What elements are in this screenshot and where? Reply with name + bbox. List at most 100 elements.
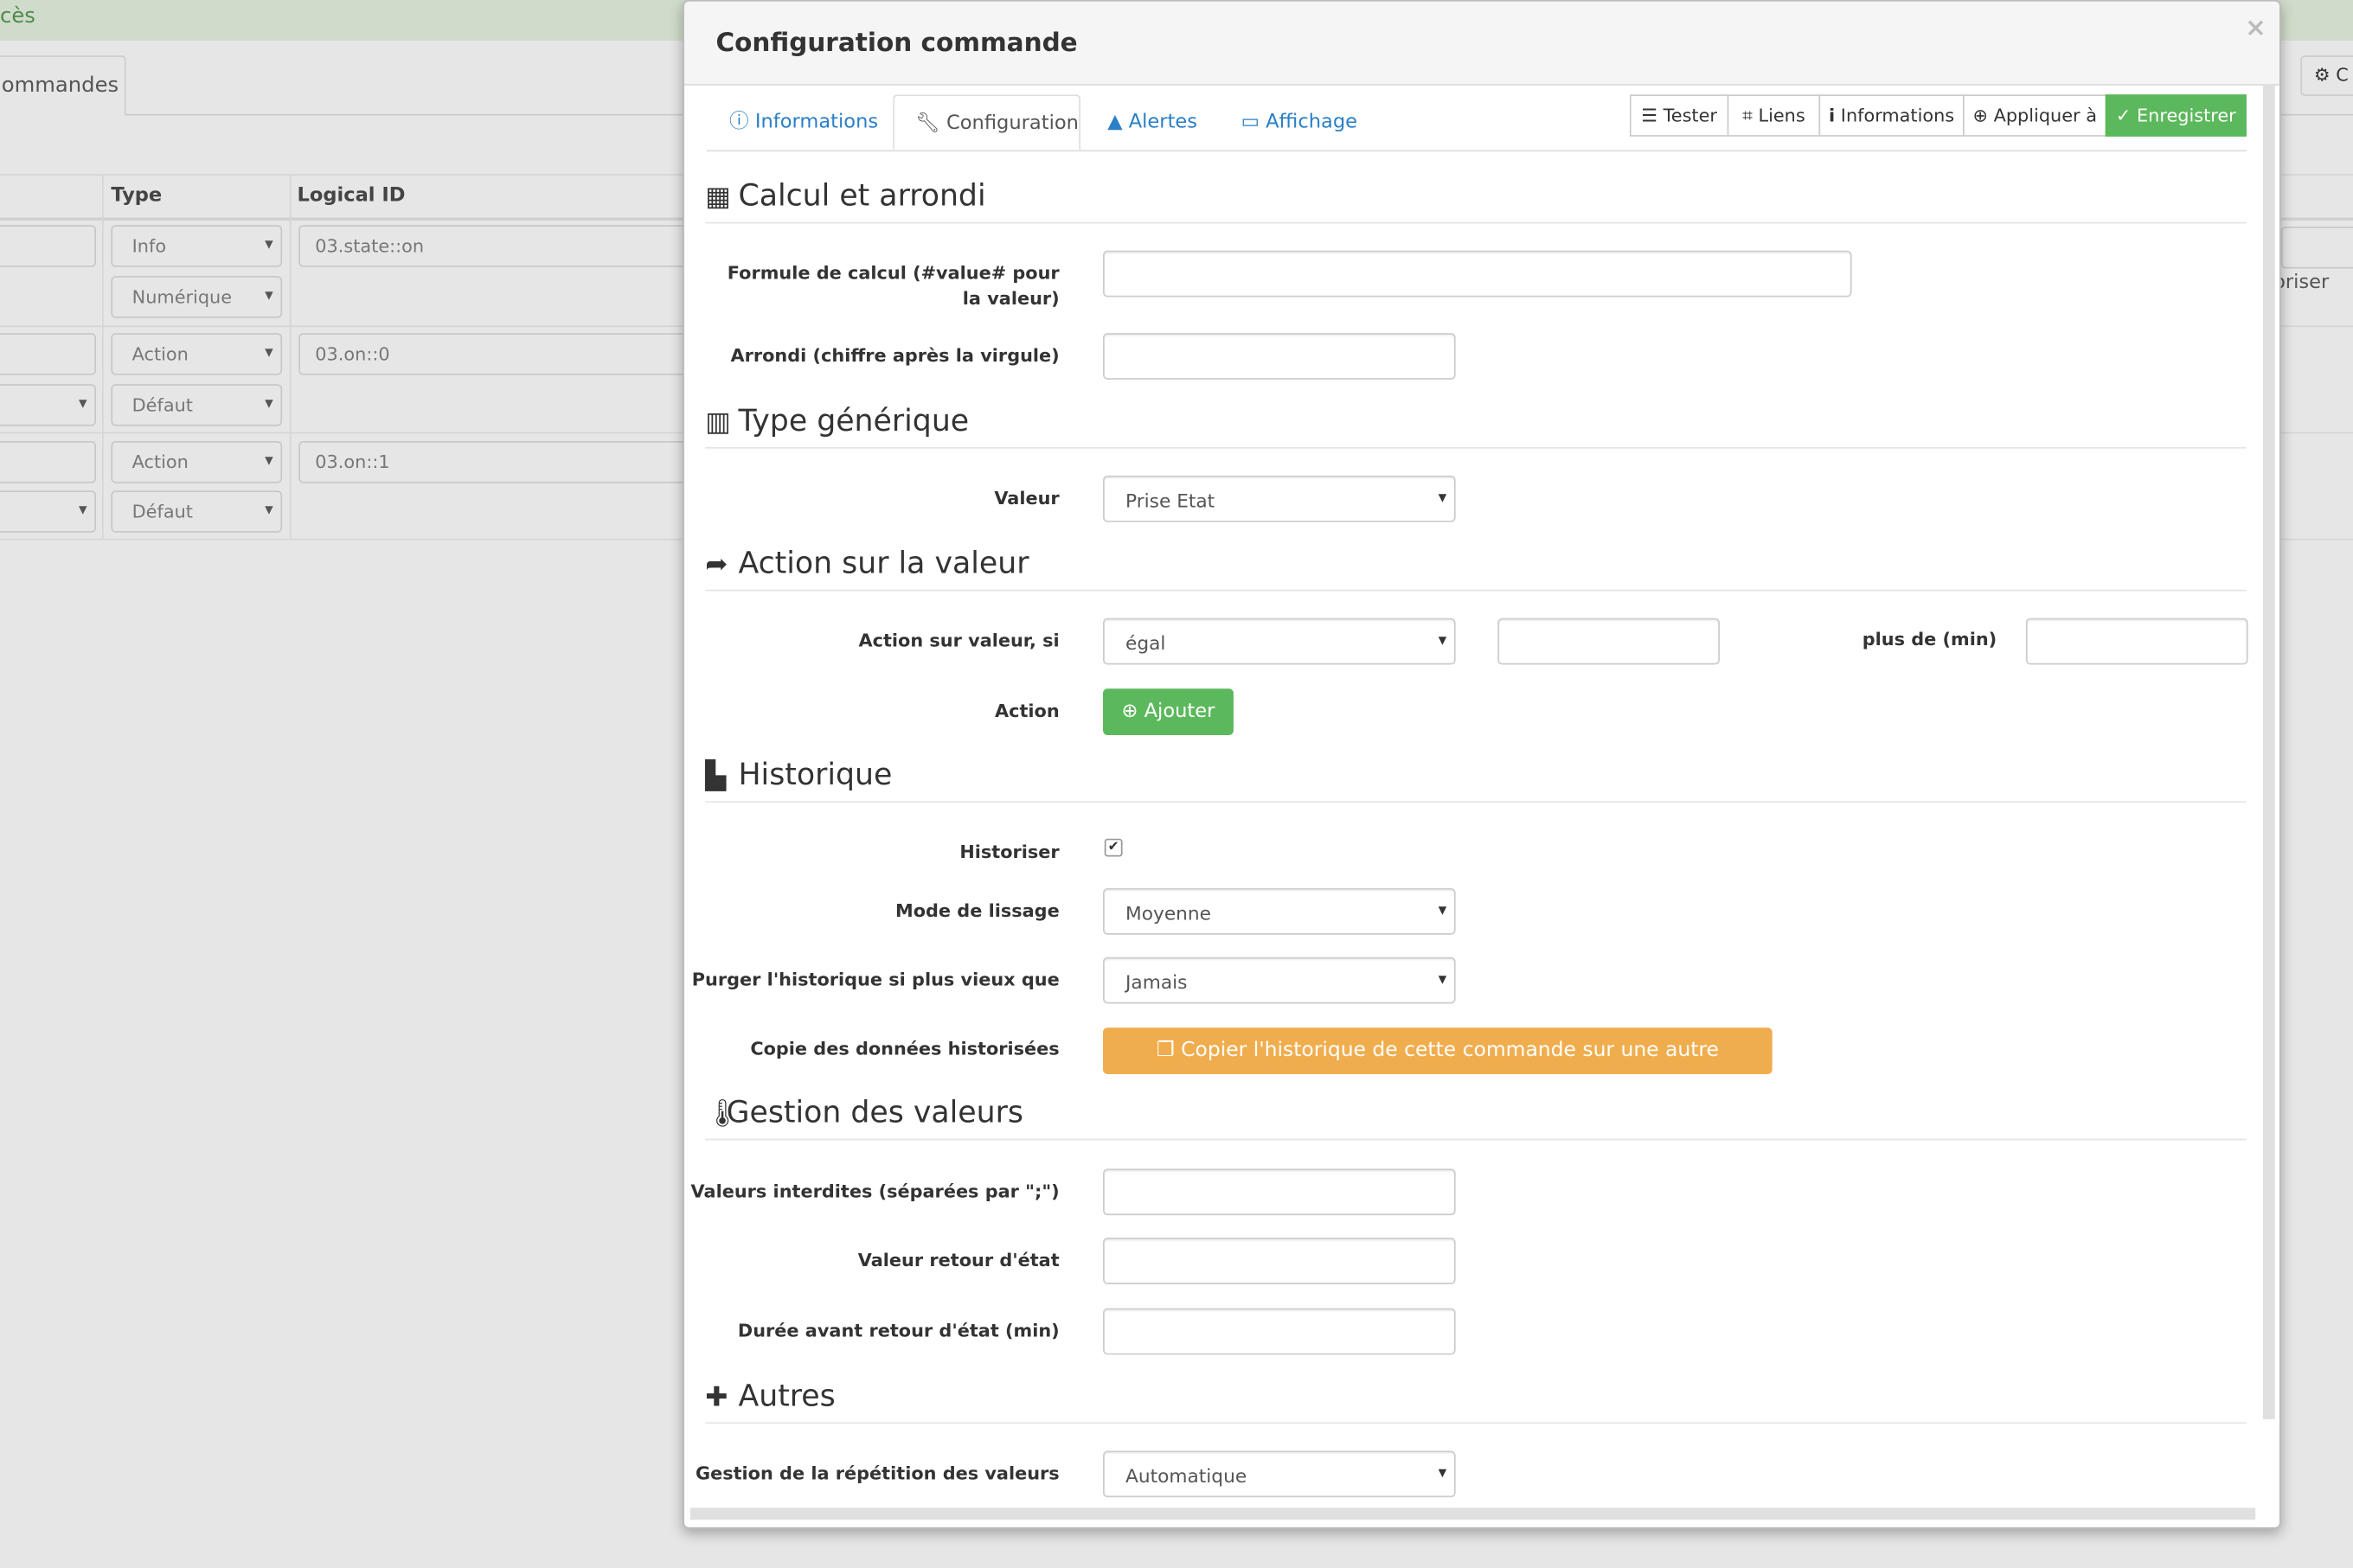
retour-input[interactable] bbox=[1103, 1238, 1456, 1284]
formule-input[interactable] bbox=[1103, 250, 1852, 298]
check-circle-icon: ✓ bbox=[2115, 105, 2132, 126]
type-select[interactable]: Action bbox=[111, 441, 283, 483]
liens-button[interactable]: ⌗ Liens bbox=[1727, 94, 1821, 137]
duree-label: Durée avant retour d'état (min) bbox=[737, 1320, 1060, 1341]
interdites-input[interactable] bbox=[1103, 1168, 1456, 1216]
modal-title: Configuration commande bbox=[715, 28, 1078, 59]
enregistrer-button[interactable]: ✓ Enregistrer bbox=[2105, 94, 2247, 137]
tab-label: Affichage bbox=[1266, 111, 1358, 134]
tab-label: ommandes bbox=[1, 74, 119, 98]
ajouter-button[interactable]: ⊕ Ajouter bbox=[1103, 688, 1234, 736]
interdites-label: Valeurs interdites (séparées par ";") bbox=[690, 1181, 1060, 1202]
section-action: ➦ Action sur la valeur bbox=[705, 545, 2247, 592]
subtype-select[interactable]: Défaut bbox=[111, 384, 283, 426]
gears-icon: ⚙ bbox=[2313, 64, 2331, 86]
info-circle-icon: ⓘ bbox=[729, 111, 749, 134]
valeur-select[interactable]: Prise Etat bbox=[1103, 475, 1456, 522]
duree-input[interactable] bbox=[1103, 1308, 1456, 1355]
desktop-icon: ▭ bbox=[1241, 111, 1260, 134]
value-select[interactable] bbox=[0, 490, 97, 533]
lissage-label: Mode de lissage bbox=[895, 899, 1060, 922]
header-logical-id: Logical ID bbox=[297, 184, 406, 208]
plus-de-label: plus de (min) bbox=[1862, 628, 1997, 650]
appliquer-button[interactable]: ⊕ Appliquer à bbox=[1962, 94, 2107, 137]
type-select[interactable]: Action bbox=[111, 333, 283, 375]
section-gestion: 🌡︎Gestion des valeurs bbox=[705, 1094, 2247, 1141]
wrench-icon: 🔧︎ bbox=[915, 112, 940, 136]
config-label: C bbox=[2336, 64, 2349, 86]
value-select[interactable] bbox=[0, 384, 97, 426]
header-type: Type bbox=[111, 184, 163, 208]
button-label: Ajouter bbox=[1144, 701, 1215, 724]
logical-id-input[interactable]: 03.on::0 bbox=[298, 333, 704, 375]
logical-id-input[interactable]: 03.on::1 bbox=[298, 441, 704, 483]
informations-button[interactable]: i Informations bbox=[1818, 94, 1965, 137]
links-icon: ⌗ bbox=[1742, 105, 1753, 126]
button-label: Liens bbox=[1758, 105, 1805, 126]
subtype-select[interactable]: Défaut bbox=[111, 490, 283, 533]
action-label: Action bbox=[995, 701, 1060, 722]
config-modal: Configuration commande × ⓘ Informations … bbox=[683, 0, 2281, 1529]
action-si-select[interactable]: égal bbox=[1103, 618, 1456, 665]
valeur-label: Valeur bbox=[994, 487, 1060, 509]
section-title: Autres bbox=[738, 1377, 836, 1414]
retour-label: Valeur retour d'état bbox=[857, 1250, 1060, 1271]
logical-id-input[interactable]: 03.state::on bbox=[298, 225, 704, 267]
action-compare-input[interactable] bbox=[1497, 618, 1720, 665]
plus-circle-icon: ⊕ bbox=[1972, 105, 1988, 126]
subtype-select[interactable]: Numérique bbox=[111, 276, 283, 318]
tab-label: Configuration bbox=[946, 112, 1079, 136]
config-button[interactable]: ⚙ C bbox=[2300, 55, 2353, 97]
arrondi-label: Arrondi (chiffre après la virgule) bbox=[730, 344, 1060, 367]
right-input[interactable] bbox=[2280, 226, 2353, 269]
tab-informations[interactable]: ⓘ Informations bbox=[729, 94, 878, 150]
repetition-select[interactable]: Automatique bbox=[1103, 1450, 1456, 1498]
warning-icon: ▲ bbox=[1107, 111, 1123, 134]
arrondi-input[interactable] bbox=[1103, 333, 1456, 380]
alert-text: cès bbox=[0, 4, 35, 29]
button-label: Tester bbox=[1663, 105, 1717, 126]
lissage-select[interactable]: Moyenne bbox=[1103, 887, 1456, 935]
section-title: Action sur la valeur bbox=[738, 544, 1029, 581]
horizontal-scrollbar[interactable] bbox=[689, 1507, 2256, 1520]
purger-select[interactable]: Jamais bbox=[1103, 957, 1456, 1004]
name-input[interactable] bbox=[0, 225, 97, 267]
tab-alertes[interactable]: ▲ Alertes bbox=[1107, 94, 1197, 150]
section-title: Gestion des valeurs bbox=[726, 1093, 1023, 1130]
tabs-underline bbox=[707, 150, 2247, 152]
info-icon: i bbox=[1829, 105, 1836, 126]
bar-chart-icon: ▙ bbox=[705, 760, 727, 792]
button-label: Enregistrer bbox=[2136, 105, 2236, 126]
table-icon: ▦ bbox=[705, 181, 731, 214]
section-title: Calcul et arrondi bbox=[738, 176, 986, 214]
type-select[interactable]: Info bbox=[111, 225, 283, 267]
section-title: Type générique bbox=[738, 401, 970, 438]
section-title: Historique bbox=[738, 756, 893, 792]
tab-configuration[interactable]: 🔧︎ Configuration bbox=[893, 94, 1080, 150]
formule-label: Formule de calcul (#value# pour la valeu… bbox=[727, 262, 1060, 310]
close-icon[interactable]: × bbox=[2245, 14, 2266, 44]
tab-affichage[interactable]: ▭ Affichage bbox=[1241, 94, 1357, 150]
button-label: Appliquer à bbox=[1993, 105, 2097, 126]
button-label: Informations bbox=[1840, 105, 1955, 126]
plus-de-input[interactable] bbox=[2025, 618, 2248, 665]
vertical-scrollbar[interactable] bbox=[2262, 84, 2275, 1420]
column-divider bbox=[289, 174, 292, 539]
copier-historique-button[interactable]: ❐ Copier l'historique de cette commande … bbox=[1103, 1027, 1773, 1109]
name-input[interactable] bbox=[0, 333, 97, 375]
thermometer-icon: 🌡︎ bbox=[705, 1098, 740, 1130]
section-autres: ✚ Autres bbox=[705, 1377, 2247, 1424]
rss-icon: ☰ bbox=[1641, 105, 1657, 126]
building-icon: ▥ bbox=[705, 406, 731, 438]
tab-commandes[interactable]: ommandes bbox=[0, 55, 126, 116]
historiser-checkbox[interactable]: ✔ bbox=[1104, 838, 1123, 857]
copie-label: Copie des données historisées bbox=[750, 1038, 1060, 1059]
action-si-label: Action sur valeur, si bbox=[858, 630, 1060, 651]
section-calcul: ▦ Calcul et arrondi bbox=[705, 177, 2247, 224]
section-type-generique: ▥ Type générique bbox=[705, 402, 2247, 449]
plus-circle-icon: ⊕ bbox=[1121, 701, 1138, 724]
name-input[interactable] bbox=[0, 441, 97, 483]
section-historique: ▙ Historique bbox=[705, 756, 2247, 803]
tester-button[interactable]: ☰ Tester bbox=[1629, 94, 1729, 137]
historiser-text: oriser bbox=[2273, 271, 2330, 295]
